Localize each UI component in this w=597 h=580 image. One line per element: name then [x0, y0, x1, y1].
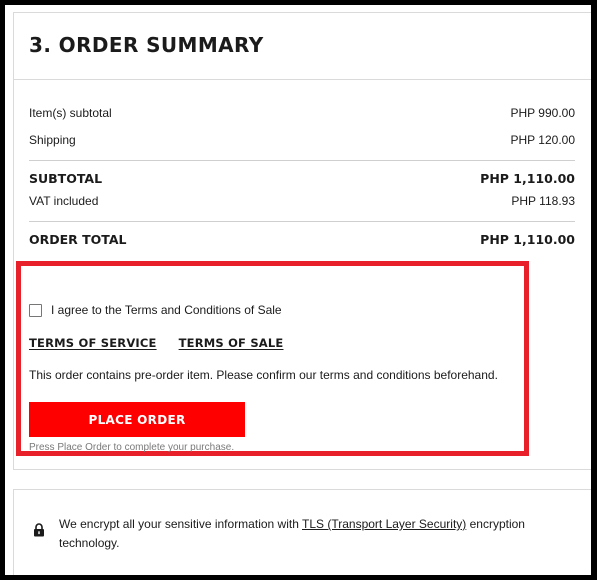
terms-checkbox[interactable]	[29, 303, 42, 317]
vat-row: VAT included PHP 118.93	[29, 194, 575, 208]
divider	[29, 160, 575, 161]
order-total-row: ORDER TOTAL PHP 1,110.00	[29, 232, 575, 247]
order-summary-card: 3. ORDER SUMMARY Item(s) subtotal PHP 99…	[13, 12, 591, 470]
subtotal-value: PHP 1,110.00	[480, 171, 575, 186]
security-text-before: We encrypt all your sensitive informatio…	[59, 517, 302, 531]
tls-link[interactable]: TLS (Transport Layer Security)	[302, 517, 466, 531]
vat-value: PHP 118.93	[511, 194, 575, 208]
preorder-note: This order contains pre-order item. Plea…	[29, 368, 498, 382]
terms-links: TERMS OF SERVICE TERMS OF SALE	[29, 336, 283, 350]
items-subtotal-label: Item(s) subtotal	[29, 106, 112, 120]
order-summary-header: 3. ORDER SUMMARY	[14, 13, 591, 80]
terms-of-sale-link[interactable]: TERMS OF SALE	[179, 336, 284, 350]
items-subtotal-value: PHP 990.00	[510, 106, 576, 120]
shipping-row: Shipping PHP 120.00	[29, 133, 575, 147]
divider	[29, 221, 575, 222]
shipping-value: PHP 120.00	[510, 133, 576, 147]
order-total-value: PHP 1,110.00	[480, 232, 575, 247]
place-order-hint: Press Place Order to complete your purch…	[29, 442, 235, 453]
order-total-label: ORDER TOTAL	[29, 232, 127, 247]
items-subtotal-row: Item(s) subtotal PHP 990.00	[29, 106, 575, 120]
security-text: We encrypt all your sensitive informatio…	[59, 515, 579, 553]
page-title: 3. ORDER SUMMARY	[29, 33, 264, 57]
subtotal-label: SUBTOTAL	[29, 171, 103, 186]
security-notice: We encrypt all your sensitive informatio…	[13, 489, 591, 575]
terms-of-service-link[interactable]: TERMS OF SERVICE	[29, 336, 157, 350]
place-order-button[interactable]: PLACE ORDER	[29, 402, 245, 437]
terms-checkbox-label[interactable]: I agree to the Terms and Conditions of S…	[51, 303, 282, 317]
checkout-panel: 3. ORDER SUMMARY Item(s) subtotal PHP 99…	[5, 5, 591, 575]
shipping-label: Shipping	[29, 133, 76, 147]
subtotal-row: SUBTOTAL PHP 1,110.00	[29, 171, 575, 186]
lock-icon	[34, 523, 44, 537]
vat-label: VAT included	[29, 194, 99, 208]
terms-agreement[interactable]: I agree to the Terms and Conditions of S…	[29, 303, 282, 317]
